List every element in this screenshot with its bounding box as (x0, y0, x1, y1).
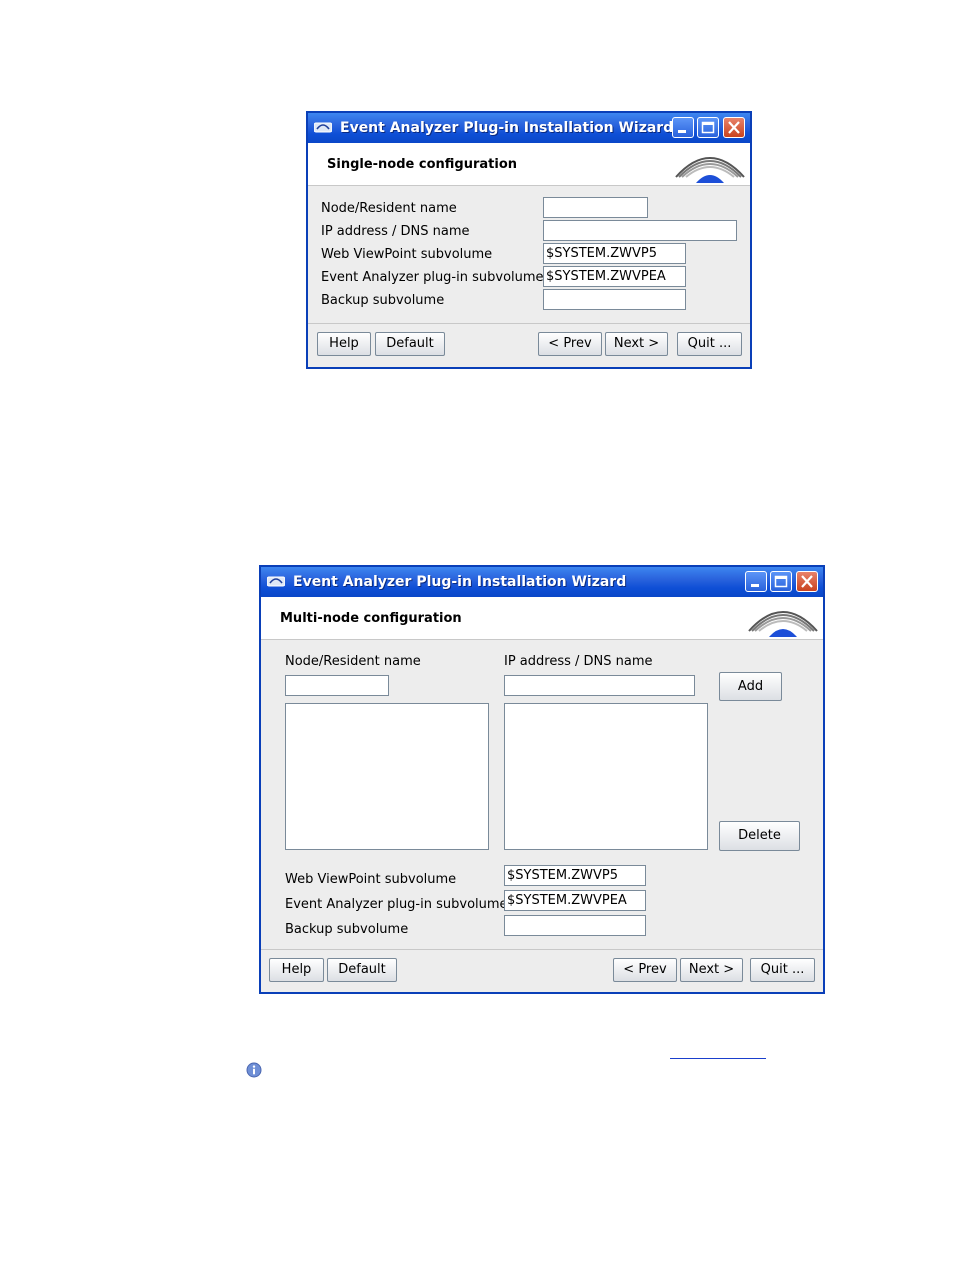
close-button[interactable] (723, 117, 745, 138)
minimize-button[interactable] (672, 117, 694, 138)
divider (308, 323, 750, 324)
backup-subvolume-label: Backup subvolume (285, 922, 409, 937)
node-list[interactable] (285, 703, 489, 850)
next-button[interactable]: Next > (605, 332, 668, 356)
backup-subvolume-field[interactable] (504, 915, 646, 936)
default-button[interactable]: Default (375, 332, 445, 356)
page-title: Multi-node configuration (280, 611, 462, 626)
ip-label: IP address / DNS name (321, 224, 470, 239)
window-title: Event Analyzer Plug-in Installation Wiza… (293, 574, 627, 590)
divider (261, 949, 823, 950)
single-node-window: Event Analyzer Plug-in Installation Wiza… (306, 111, 752, 369)
add-button[interactable]: Add (719, 672, 782, 701)
node-label: Node/Resident name (285, 654, 421, 669)
maximize-button[interactable] (770, 571, 792, 592)
node-name-field[interactable] (285, 675, 389, 696)
minimize-icon (678, 130, 686, 133)
app-icon (267, 576, 285, 587)
info-icon (246, 1062, 262, 1078)
minimize-button[interactable] (745, 571, 767, 592)
multi-node-window: Event Analyzer Plug-in Installation Wiza… (259, 565, 825, 994)
ip-address-field[interactable] (504, 675, 695, 696)
quit-button[interactable]: Quit ... (677, 332, 742, 356)
prev-button[interactable]: < Prev (538, 332, 602, 356)
prev-button[interactable]: < Prev (613, 958, 677, 982)
ea-subvolume-label: Event Analyzer plug-in subvolume (321, 270, 544, 285)
quit-button[interactable]: Quit ... (750, 958, 815, 982)
wizard-header: Single-node configuration (308, 143, 750, 186)
maximize-button[interactable] (697, 117, 719, 138)
logo-icon (748, 611, 818, 637)
backup-subvolume-field[interactable] (543, 289, 686, 310)
wvp-subvolume-field[interactable]: $SYSTEM.ZWVP5 (504, 865, 646, 886)
wvp-subvolume-label: Web ViewPoint subvolume (285, 872, 457, 887)
ip-list[interactable] (504, 703, 708, 850)
logo-icon (675, 157, 745, 183)
title-bar[interactable]: Event Analyzer Plug-in Installation Wiza… (261, 567, 823, 597)
default-button[interactable]: Default (327, 958, 397, 982)
ea-subvolume-field[interactable]: $SYSTEM.ZWVPEA (543, 266, 686, 287)
minimize-icon (751, 584, 759, 587)
help-button[interactable]: Help (269, 958, 324, 982)
window-title: Event Analyzer Plug-in Installation Wiza… (340, 120, 674, 136)
next-button[interactable]: Next > (680, 958, 743, 982)
ip-label: IP address / DNS name (504, 654, 653, 669)
wvp-subvolume-label: Web ViewPoint subvolume (321, 247, 493, 262)
wizard-header: Multi-node configuration (261, 597, 823, 640)
maximize-icon (774, 575, 788, 588)
delete-button[interactable]: Delete (719, 821, 800, 851)
ea-subvolume-field[interactable]: $SYSTEM.ZWVPEA (504, 890, 646, 911)
app-icon (314, 122, 332, 133)
help-button[interactable]: Help (317, 332, 371, 356)
close-button[interactable] (796, 571, 818, 592)
ip-address-field[interactable] (543, 220, 737, 241)
node-name-field[interactable] (543, 197, 648, 218)
close-icon (728, 121, 740, 134)
close-icon (801, 575, 813, 588)
ea-subvolume-label: Event Analyzer plug-in subvolume (285, 897, 508, 912)
hyperlink-underline[interactable] (670, 1058, 766, 1059)
maximize-icon (701, 121, 715, 134)
title-bar[interactable]: Event Analyzer Plug-in Installation Wiza… (308, 113, 750, 143)
backup-subvolume-label: Backup subvolume (321, 293, 445, 308)
node-label: Node/Resident name (321, 201, 457, 216)
wvp-subvolume-field[interactable]: $SYSTEM.ZWVP5 (543, 243, 686, 264)
page-title: Single-node configuration (327, 157, 518, 172)
